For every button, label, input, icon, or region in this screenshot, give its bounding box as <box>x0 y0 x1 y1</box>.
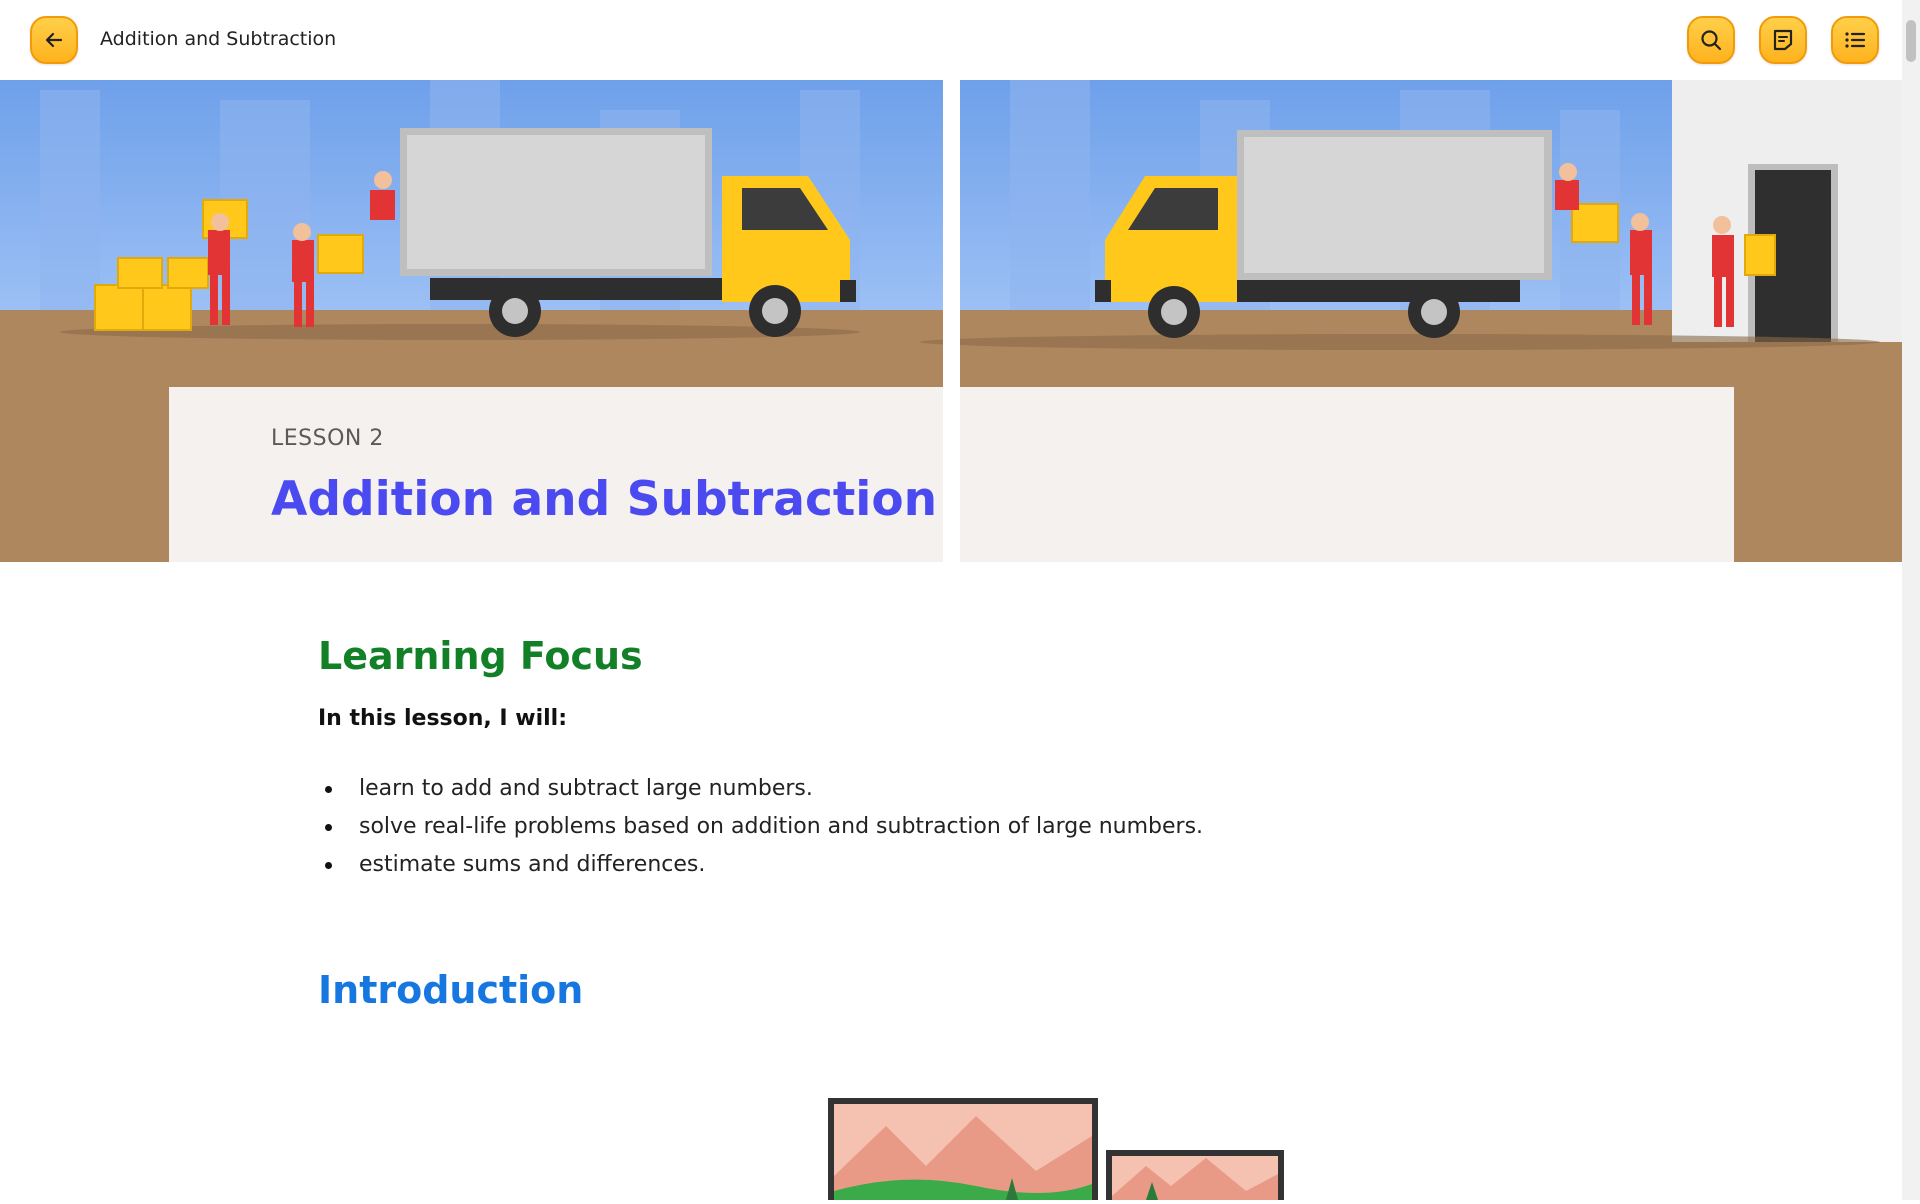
list-item: solve real-life problems based on additi… <box>318 808 1203 846</box>
learning-focus-heading: Learning Focus <box>318 634 643 678</box>
notes-icon <box>1773 29 1793 51</box>
introduction-heading: Introduction <box>318 968 584 1012</box>
scrollbar[interactable] <box>1902 0 1920 1200</box>
learning-focus-list: learn to add and subtract large numbers.… <box>318 770 1203 884</box>
list-item: learn to add and subtract large numbers. <box>318 770 1203 808</box>
search-icon <box>1701 30 1722 51</box>
learning-focus-intro: In this lesson, I will: <box>318 706 568 731</box>
search-button[interactable] <box>1687 16 1735 64</box>
back-arrow-icon <box>45 32 63 48</box>
landscape-image-icon <box>828 1098 1284 1204</box>
scrollbar-thumb[interactable] <box>1906 20 1916 62</box>
list-icon <box>1845 32 1866 48</box>
top-bar: Addition and Subtraction <box>0 0 1902 80</box>
contents-button[interactable] <box>1831 16 1879 64</box>
lesson-title: Addition and Subtraction <box>271 472 938 527</box>
hero-divider <box>943 80 960 562</box>
introduction-images <box>826 1096 1286 1204</box>
notes-button[interactable] <box>1759 16 1807 64</box>
list-item: estimate sums and differences. <box>318 846 1203 884</box>
back-button[interactable] <box>30 16 78 64</box>
topbar-title: Addition and Subtraction <box>100 28 337 50</box>
lesson-number: LESSON 2 <box>271 426 384 451</box>
